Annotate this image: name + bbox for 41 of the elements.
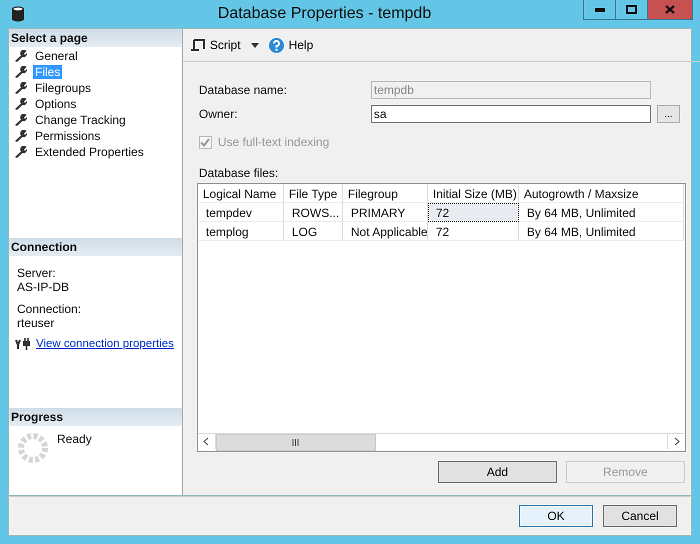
dialog-button[interactable]: Cancel	[603, 505, 677, 527]
table-cell[interactable]: Not Applicable	[342, 222, 428, 241]
column-header[interactable]: Autogrowth / Maxsize	[518, 184, 684, 203]
table-cell[interactable]: 72	[428, 222, 519, 241]
page-item[interactable]: Change Tracking	[33, 113, 128, 127]
table-cell[interactable]: ROWS...	[284, 203, 343, 222]
server-label: Server:	[17, 266, 57, 280]
section-header: Progress	[9, 408, 182, 426]
column-header[interactable]: Filegroup	[342, 184, 428, 203]
table-cell[interactable]: 72	[428, 203, 519, 222]
page-item[interactable]: Options	[33, 97, 78, 111]
page-item[interactable]: Filegroups	[33, 81, 94, 95]
section-header: Select a page	[9, 29, 182, 47]
server-name: AS-IP-DB	[17, 280, 70, 294]
window-title: Database Properties - tempdb	[216, 5, 432, 23]
owner-field[interactable]: sa	[370, 105, 651, 123]
table-cell[interactable]: LOG	[284, 222, 343, 241]
script-button[interactable]: Script	[190, 38, 241, 52]
page-item[interactable]: General	[33, 49, 80, 63]
progress-status: Ready	[57, 432, 92, 446]
browse-button[interactable]: ...	[656, 105, 680, 123]
help-button[interactable]: Help	[268, 38, 314, 52]
table-label: Database files:	[198, 166, 280, 180]
column-header[interactable]: File Type	[284, 184, 343, 203]
user-name: rteuser	[17, 316, 56, 330]
page-item[interactable]: Permissions	[33, 129, 102, 143]
connection-label: Connection:	[17, 302, 82, 316]
dialog-button[interactable]: OK	[519, 505, 593, 527]
page-item[interactable]: Extended Properties	[33, 145, 146, 159]
table-cell[interactable]: templog	[198, 222, 284, 241]
table-cell[interactable]: By 64 MB, Unlimited	[518, 203, 684, 222]
section-header: Connection	[9, 238, 182, 256]
connection-properties-link[interactable]: View connection properties	[36, 338, 174, 350]
field-label: Owner:	[198, 107, 239, 121]
file-button[interactable]: Add	[438, 461, 557, 483]
field-label: Database name:	[198, 83, 288, 97]
table-cell[interactable]: PRIMARY	[342, 203, 428, 222]
checkbox-label: Use full-text indexing	[218, 135, 330, 149]
table-cell[interactable]: By 64 MB, Unlimited	[518, 222, 684, 241]
table-cell[interactable]: tempdev	[198, 203, 284, 222]
column-header[interactable]: Logical Name	[198, 184, 284, 203]
